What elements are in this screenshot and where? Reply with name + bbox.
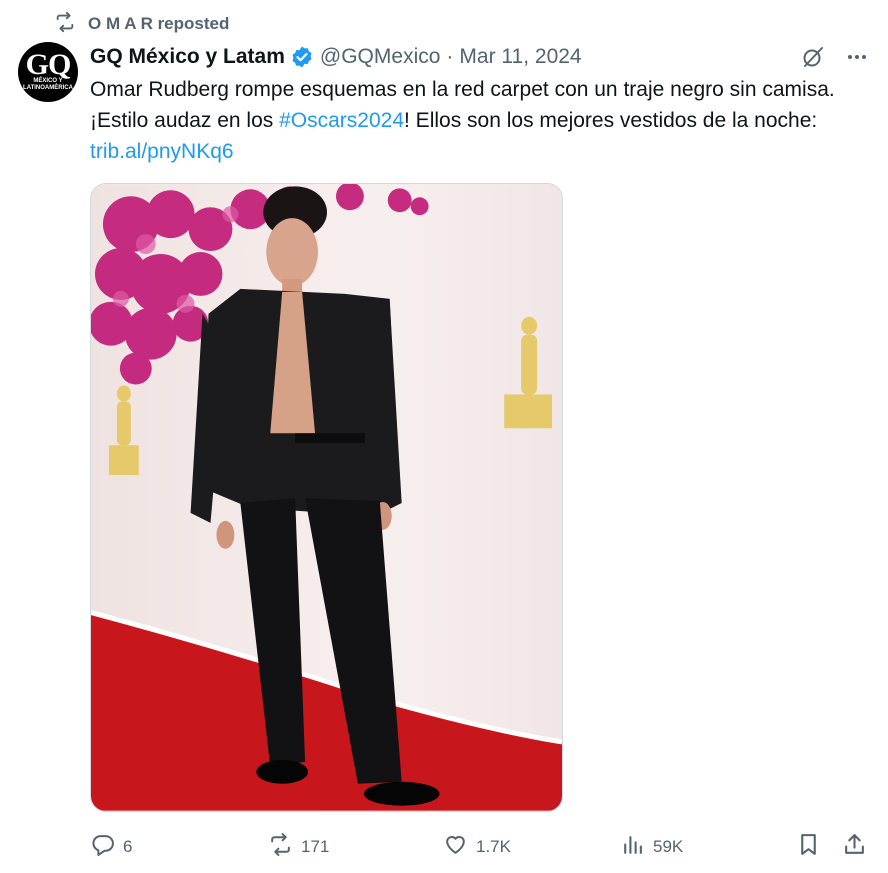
author-name[interactable]: GQ México y Latam bbox=[90, 45, 285, 69]
tweet-actions-bar: 6 171 1.7K 59K bbox=[90, 832, 870, 862]
share-button[interactable] bbox=[842, 832, 867, 862]
tweet-header: GQ México y Latam @GQMexico · Mar 11, 20… bbox=[90, 42, 582, 72]
repost-label[interactable]: O M A R reposted bbox=[88, 14, 229, 34]
views-button[interactable]: 59K bbox=[620, 832, 683, 862]
tweet-top-actions bbox=[800, 42, 870, 72]
like-icon bbox=[443, 832, 468, 862]
repost-count: 171 bbox=[301, 837, 330, 856]
bookmark-button[interactable] bbox=[796, 832, 821, 862]
reply-count: 6 bbox=[123, 837, 133, 856]
tweet-date[interactable]: Mar 11, 2024 bbox=[459, 45, 581, 69]
repost-button[interactable]: 171 bbox=[268, 832, 329, 862]
grok-icon[interactable] bbox=[800, 44, 826, 70]
tweet-text: Omar Rudberg rompe esquemas en la red ca… bbox=[90, 74, 860, 167]
repost-indicator[interactable]: O M A R reposted bbox=[54, 11, 229, 38]
verified-badge-icon[interactable] bbox=[290, 45, 314, 69]
avatar-logo-subtitle: MÉXICO Y LATINOAMÉRICA bbox=[23, 78, 73, 91]
header-separator: · bbox=[446, 45, 454, 68]
tweet-text-part2: ! Ellos son los mejores vestidos de la n… bbox=[404, 109, 818, 132]
repost-icon bbox=[54, 11, 76, 38]
author-handle[interactable]: @GQMexico bbox=[320, 45, 441, 69]
views-count: 59K bbox=[653, 837, 684, 856]
photo-illustration bbox=[91, 184, 562, 811]
views-icon bbox=[620, 832, 645, 862]
more-icon[interactable] bbox=[844, 44, 870, 70]
reply-button[interactable]: 6 bbox=[90, 832, 132, 862]
hashtag-link[interactable]: #Oscars2024 bbox=[279, 109, 404, 132]
reply-icon bbox=[90, 832, 115, 862]
repost-icon bbox=[268, 832, 293, 862]
tweet-media-photo[interactable] bbox=[90, 183, 563, 812]
share-icon bbox=[842, 832, 867, 862]
avatar-logo: GQ bbox=[25, 48, 72, 81]
like-count: 1.7K bbox=[476, 837, 511, 856]
like-button[interactable]: 1.7K bbox=[443, 832, 511, 862]
bookmark-icon bbox=[796, 832, 821, 862]
url-link[interactable]: trib.al/pnyNKq6 bbox=[90, 140, 234, 163]
avatar[interactable]: GQ MÉXICO Y LATINOAMÉRICA bbox=[18, 42, 78, 102]
